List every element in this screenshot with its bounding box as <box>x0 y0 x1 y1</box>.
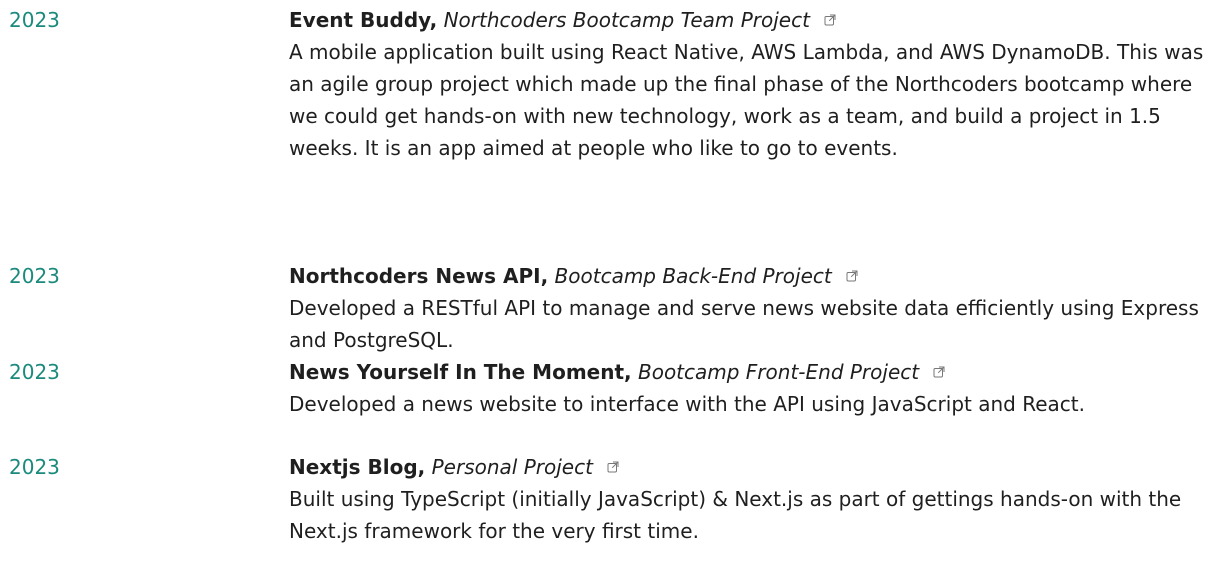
project-description: Built using TypeScript (initially JavaSc… <box>289 487 1182 543</box>
project-year: 2023 <box>9 455 60 479</box>
project-year: 2023 <box>9 264 60 288</box>
external-link-icon[interactable] <box>824 14 836 26</box>
project-description: Developed a RESTful API to manage and se… <box>289 296 1199 352</box>
project-year: 2023 <box>9 8 60 32</box>
project-content: Nextjs Blog, Personal Project Built usin… <box>289 451 1209 547</box>
project-title-line[interactable]: News Yourself In The Moment, Bootcamp Fr… <box>289 356 1209 388</box>
project-title[interactable]: Nextjs Blog, <box>289 455 425 479</box>
project-title-line[interactable]: Nextjs Blog, Personal Project <box>289 451 1209 483</box>
project-content: News Yourself In The Moment, Bootcamp Fr… <box>289 356 1209 420</box>
project-title-line[interactable]: Northcoders News API, Bootcamp Back-End … <box>289 260 1209 292</box>
external-link-icon[interactable] <box>933 366 945 378</box>
project-year: 2023 <box>9 360 60 384</box>
external-link-icon[interactable] <box>607 461 619 473</box>
project-title-line[interactable]: Event Buddy, Northcoders Bootcamp Team P… <box>289 4 1209 36</box>
external-link-icon[interactable] <box>846 270 858 282</box>
projects-list: 2023 Event Buddy, Northcoders Bootcamp T… <box>0 0 1216 575</box>
project-content: Northcoders News API, Bootcamp Back-End … <box>289 260 1209 356</box>
project-title[interactable]: Event Buddy, <box>289 8 437 32</box>
project-subtitle[interactable]: Bootcamp Back-End Project <box>555 264 832 288</box>
project-title[interactable]: Northcoders News API, <box>289 264 548 288</box>
project-description: Developed a news website to interface wi… <box>289 392 1085 416</box>
project-content: Event Buddy, Northcoders Bootcamp Team P… <box>289 4 1209 164</box>
project-description: A mobile application built using React N… <box>289 40 1204 160</box>
project-title[interactable]: News Yourself In The Moment, <box>289 360 632 384</box>
project-subtitle[interactable]: Bootcamp Front-End Project <box>638 360 919 384</box>
project-subtitle[interactable]: Personal Project <box>432 455 593 479</box>
project-subtitle[interactable]: Northcoders Bootcamp Team Project <box>444 8 810 32</box>
